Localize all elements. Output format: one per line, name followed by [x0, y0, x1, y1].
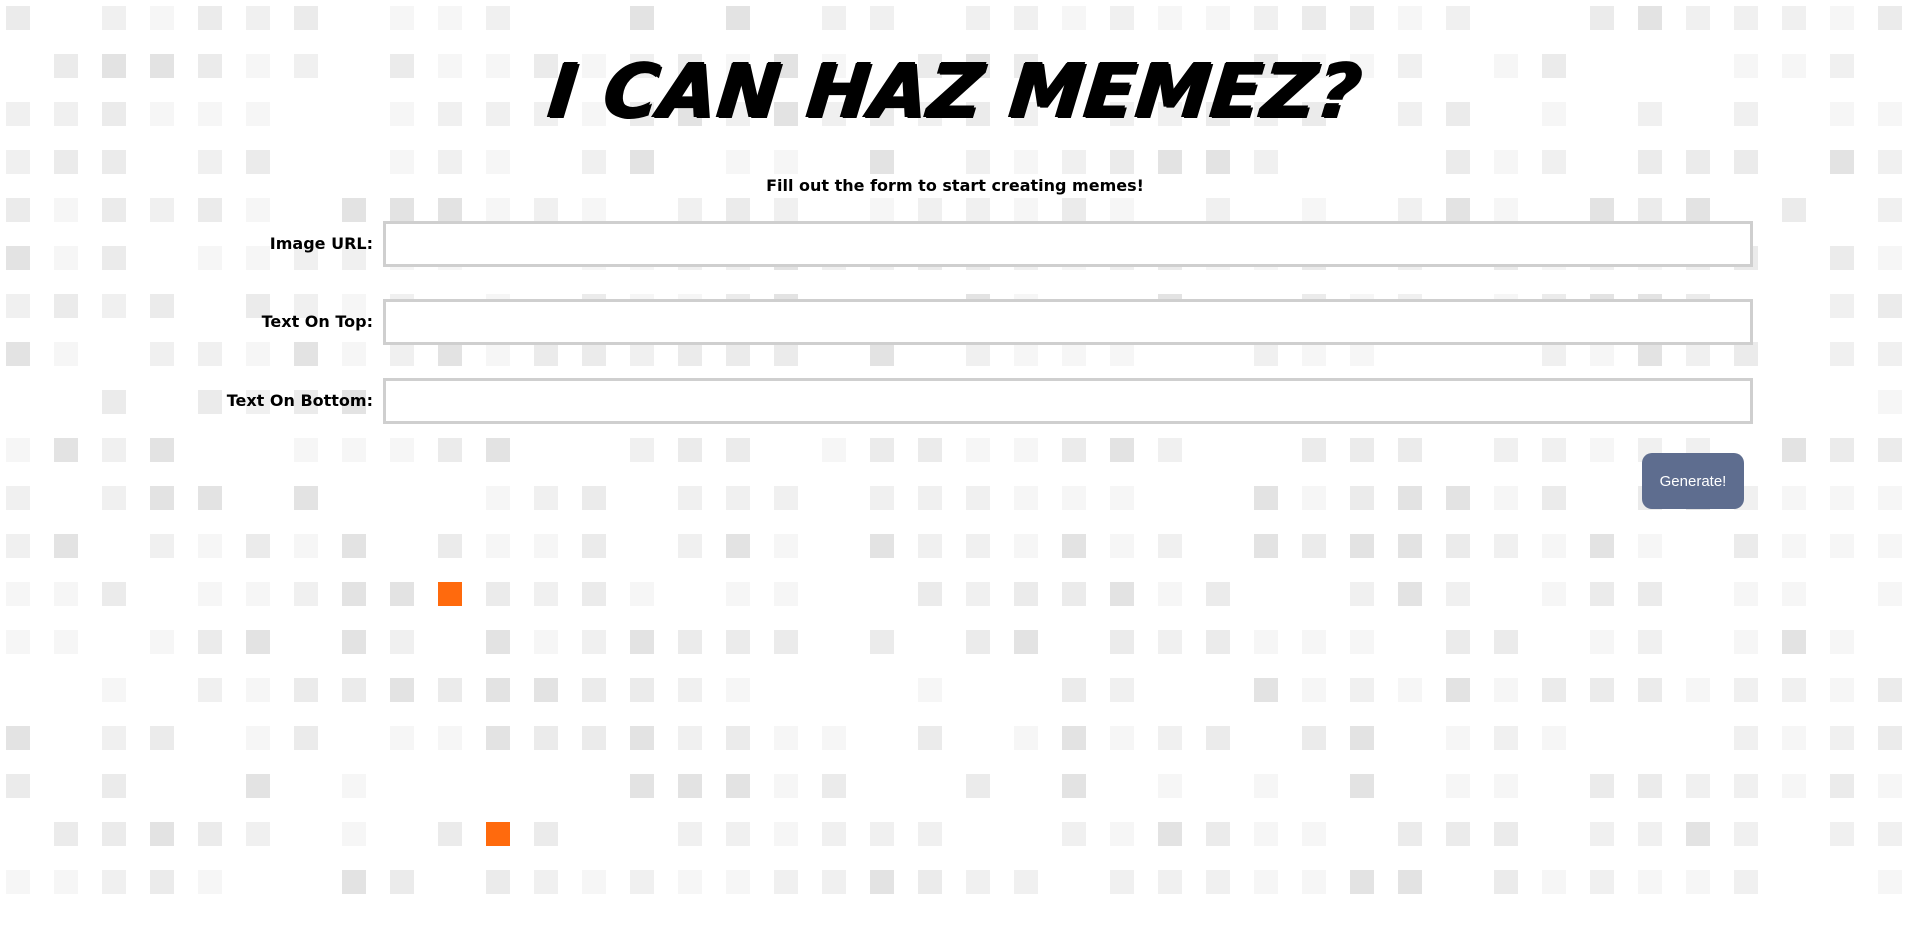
text-top-label: Text On Top:: [261, 312, 373, 331]
generate-button[interactable]: Generate!: [1642, 453, 1744, 509]
image-url-row: Image URL:: [0, 221, 1910, 267]
image-url-label: Image URL:: [269, 234, 373, 253]
text-bottom-input[interactable]: [383, 378, 1753, 424]
image-url-input[interactable]: [383, 221, 1753, 267]
text-bottom-label: Text On Bottom:: [226, 391, 373, 410]
page-title: I CAN HAZ MEMEZ?: [544, 48, 1366, 134]
text-top-input[interactable]: [383, 299, 1753, 345]
form-instructions: Fill out the form to start creating meme…: [766, 176, 1144, 195]
text-bottom-row: Text On Bottom:: [0, 378, 1910, 424]
text-top-row: Text On Top:: [0, 299, 1910, 345]
meme-generator-page: I CAN HAZ MEMEZ? Fill out the form to st…: [0, 0, 1910, 939]
